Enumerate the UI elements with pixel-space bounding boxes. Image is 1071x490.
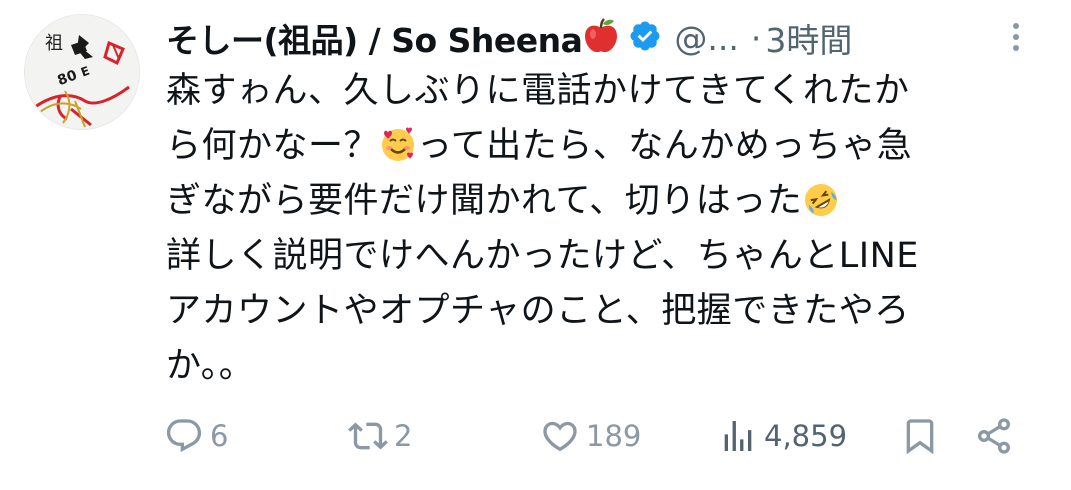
heart-icon bbox=[543, 421, 577, 452]
views-count: 4,859 bbox=[764, 419, 848, 453]
tweet-text-line: ぎながら要件だけ聞かれて、切りはった bbox=[166, 174, 1046, 229]
display-name[interactable]: そしー(祖品) / So Sheena bbox=[166, 14, 583, 62]
avatar[interactable]: 祖 80 E bbox=[24, 14, 140, 130]
tweet-text-line: か。。 bbox=[166, 346, 255, 386]
reply-icon bbox=[166, 419, 202, 453]
red-apple-icon bbox=[582, 17, 620, 59]
repost-count: 2 bbox=[394, 419, 413, 453]
tweet-text-line: 詳しく説明でけへんかったけど、ちゃんとLINE bbox=[166, 236, 919, 276]
share-icon bbox=[978, 418, 1010, 454]
tweet-text: 森すゎん、久しぶりに電話かけてきてくれたか ら何かなー？ って出たら、なんかめっ… bbox=[166, 64, 1046, 394]
share-button[interactable] bbox=[974, 412, 1014, 460]
timestamp[interactable]: 3時間 bbox=[765, 14, 852, 62]
reply-count: 6 bbox=[210, 419, 229, 453]
tweet-text-line: 森すゎん、久しぶりに電話かけてきてくれたか bbox=[166, 71, 910, 111]
views-button[interactable]: 4,859 bbox=[718, 412, 847, 460]
rolling-on-floor-laughing-icon bbox=[803, 180, 839, 216]
reply-button[interactable]: 6 bbox=[164, 412, 228, 460]
like-button[interactable]: 189 bbox=[540, 412, 641, 460]
avatar-text: 祖 bbox=[45, 33, 63, 54]
repost-button[interactable]: 2 bbox=[348, 412, 412, 460]
tweet-header: そしー(祖品) / So Sheena @... · 3時間 bbox=[166, 12, 1046, 64]
separator: · bbox=[750, 18, 762, 58]
tweet-text-line: アカウントやオプチャのこと、把握できたやろ bbox=[166, 291, 910, 331]
repost-icon bbox=[348, 422, 388, 450]
like-count: 189 bbox=[586, 419, 642, 453]
bookmark-button[interactable] bbox=[900, 412, 940, 460]
tweet[interactable]: 祖 80 E そしー(祖品) / So Sheena @... · 3時間 森す… bbox=[0, 0, 1071, 490]
tweet-text-line: ら何かなー？ って出たら、なんかめっちゃ急 bbox=[166, 125, 913, 166]
verified-badge-icon bbox=[628, 19, 662, 57]
tweet-actions: 6 2 189 4,859 bbox=[160, 412, 1040, 460]
views-chart-icon bbox=[724, 421, 752, 451]
smiling-face-with-hearts-icon bbox=[380, 125, 416, 161]
more-options-icon[interactable] bbox=[1004, 18, 1028, 62]
bookmark-icon bbox=[906, 419, 934, 455]
handle[interactable]: @... bbox=[674, 19, 738, 58]
